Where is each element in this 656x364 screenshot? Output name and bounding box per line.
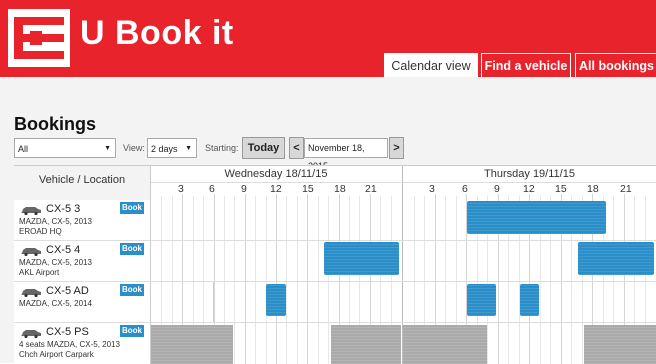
car-icon <box>21 248 41 256</box>
vehicle-name: CX-5 4 <box>46 244 81 256</box>
app-header: U Book it Calendar view Find a vehicle A… <box>0 0 656 78</box>
booking-block[interactable] <box>578 242 654 275</box>
vehicle-location: AKL Airport <box>19 268 60 277</box>
vehicle-details: MAZDA, CX-5, 2014 <box>19 299 92 308</box>
next-date-button[interactable]: > <box>389 137 404 159</box>
today-button[interactable]: Today <box>242 137 285 159</box>
day-header-thursday: Thursday 19/11/15 <box>403 166 656 183</box>
vehicle-name: CX-5 AD <box>46 285 89 297</box>
car-icon <box>21 330 41 338</box>
unavailable-block <box>584 325 656 364</box>
booking-block[interactable] <box>467 201 606 234</box>
start-date-input[interactable]: November 18, 2015 <box>304 138 388 171</box>
logo-icon <box>8 9 70 67</box>
unavailable-block <box>331 325 401 364</box>
vehicle-row: CX-5 3 Book MAZDA, CX-5, 2013 EROAD HQ <box>14 200 656 241</box>
vehicle-row: CX-5 PS Book 4 seats MAZDA, CX-5, 2013 C… <box>14 323 656 364</box>
vehicle-cell: CX-5 3 Book MAZDA, CX-5, 2013 EROAD HQ <box>14 200 151 240</box>
booking-block[interactable] <box>324 242 399 275</box>
book-button[interactable]: Book <box>120 325 144 337</box>
booking-block[interactable] <box>266 284 286 316</box>
view-select-value: 2 days <box>151 144 178 154</box>
vehicle-name: CX-5 3 <box>46 203 81 215</box>
book-button[interactable]: Book <box>120 243 144 255</box>
vehicle-details: 4 seats MAZDA, CX-5, 2013 <box>19 340 120 349</box>
vehicle-details: MAZDA, CX-5, 2013 <box>19 217 92 226</box>
calendar-grid: Vehicle / Location Wednesday 18/11/15 Th… <box>14 165 656 364</box>
vehicle-location: EROAD HQ <box>19 227 62 236</box>
hour-label: 21 <box>620 183 632 195</box>
vehicle-location-header: Vehicle / Location <box>14 166 151 201</box>
book-button[interactable]: Book <box>120 284 144 296</box>
location-select[interactable]: All ▼ <box>14 138 116 158</box>
chevron-down-icon: ▼ <box>185 145 192 152</box>
location-select-value: All <box>18 144 29 154</box>
view-label: View: <box>123 143 145 153</box>
previous-date-button[interactable]: < <box>289 137 304 159</box>
gridline <box>213 282 214 322</box>
starting-label: Starting: <box>205 143 239 153</box>
vehicle-cell: CX-5 4 Book MAZDA, CX-5, 2013 AKL Airpor… <box>14 241 151 281</box>
tab-find-a-vehicle[interactable]: Find a vehicle <box>481 53 571 78</box>
car-icon <box>21 207 41 215</box>
tab-all-bookings[interactable]: All bookings <box>575 53 656 78</box>
vehicle-location: Chch Airport Carpark <box>19 350 94 359</box>
vehicle-name: CX-5 PS <box>46 326 89 338</box>
chevron-down-icon: ▼ <box>104 145 111 152</box>
view-select[interactable]: 2 days ▼ <box>147 138 197 158</box>
page-title: Bookings <box>14 114 97 134</box>
vehicle-cell: CX-5 AD Book MAZDA, CX-5, 2014 <box>14 282 151 322</box>
vehicle-row: CX-5 AD Book MAZDA, CX-5, 2014 <box>14 282 656 323</box>
vehicle-details: MAZDA, CX-5, 2013 <box>19 258 92 267</box>
brand-name: U Book it <box>80 14 234 52</box>
hour-label: 3 <box>429 183 435 195</box>
day-header-wednesday: Wednesday 18/11/15 <box>151 166 401 183</box>
booking-block[interactable] <box>520 284 539 316</box>
car-icon <box>21 289 41 297</box>
tab-calendar-view[interactable]: Calendar view <box>384 53 478 78</box>
unavailable-block <box>151 325 233 364</box>
booking-block[interactable] <box>467 284 496 316</box>
vehicle-row: CX-5 4 Book MAZDA, CX-5, 2013 AKL Airpor… <box>14 241 656 282</box>
book-button[interactable]: Book <box>120 202 144 214</box>
vehicle-cell: CX-5 PS Book 4 seats MAZDA, CX-5, 2013 C… <box>14 323 151 364</box>
unavailable-block <box>403 325 487 364</box>
